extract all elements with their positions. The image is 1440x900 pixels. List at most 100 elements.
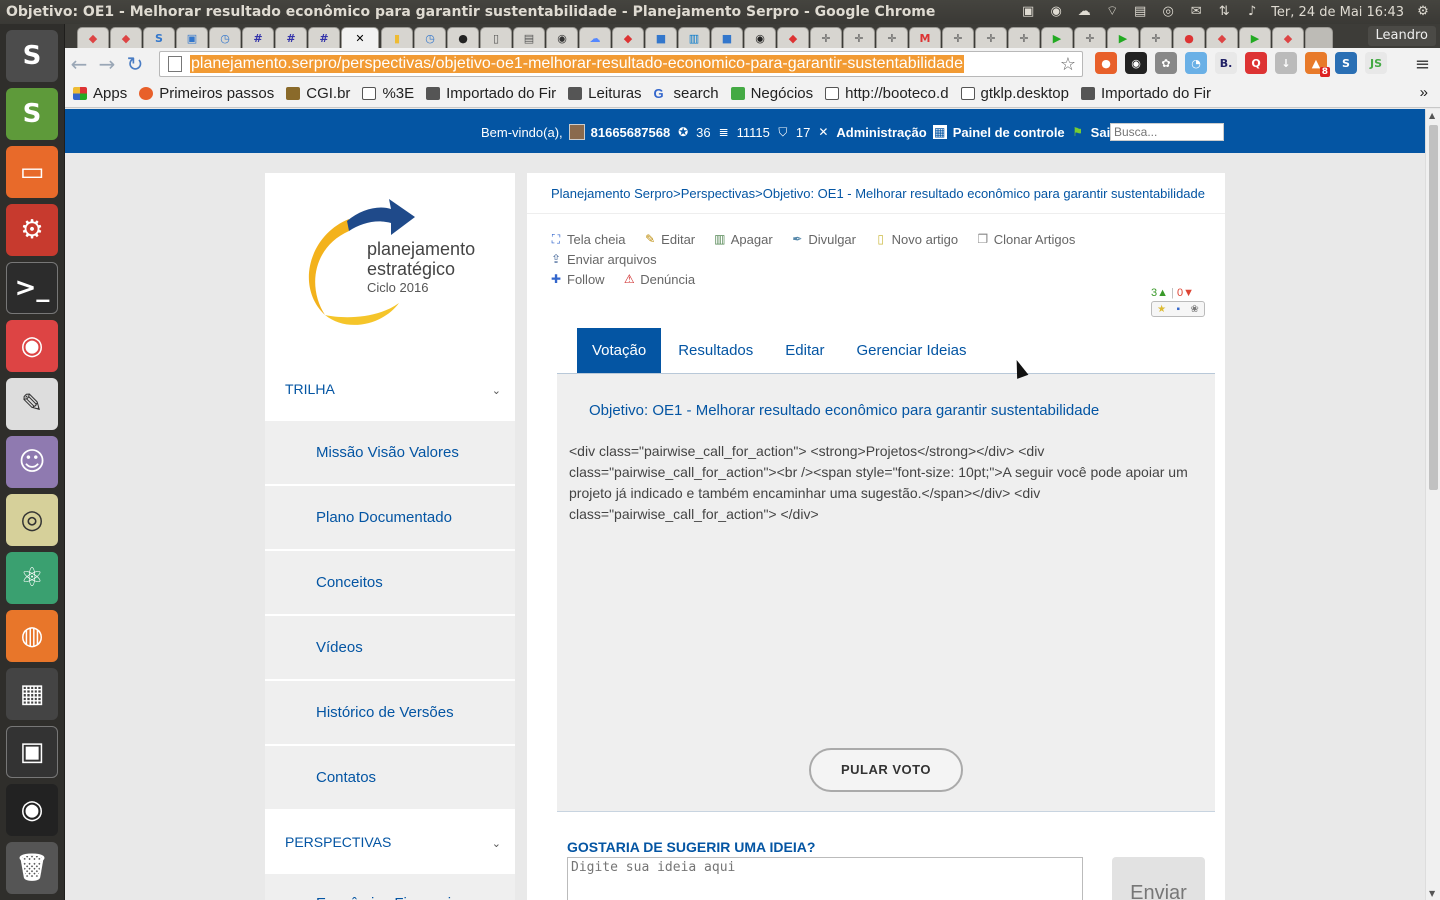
browser-tab[interactable]: ✛: [843, 27, 875, 48]
browser-tab[interactable]: ✛: [876, 27, 908, 48]
gitlab-extension-icon[interactable]: ▲ 8: [1305, 52, 1330, 77]
skip-vote-button[interactable]: PULAR VOTO: [809, 748, 963, 792]
pidgin-icon[interactable]: ☺: [6, 436, 58, 488]
browser-tab[interactable]: ■: [645, 27, 677, 48]
video-editor-icon[interactable]: ▦: [6, 668, 58, 720]
extension-icon[interactable]: ◉: [1125, 52, 1147, 74]
extension-icon[interactable]: B.: [1215, 52, 1237, 74]
profile-button[interactable]: Leandro: [1367, 26, 1436, 46]
browser-tab[interactable]: ✛: [942, 27, 974, 48]
browser-tab[interactable]: #: [275, 27, 307, 48]
chrome-menu-icon[interactable]: ≡: [1415, 54, 1430, 75]
menu-item-missao[interactable]: Missão Visão Valores: [265, 421, 515, 485]
avatar[interactable]: [568, 124, 585, 140]
chrome-icon[interactable]: ◉: [6, 320, 58, 372]
browser-tab[interactable]: ◆: [1206, 27, 1238, 48]
page-scrollbar[interactable]: ▲ ▼: [1425, 109, 1440, 900]
trash-icon[interactable]: 🗑: [6, 842, 58, 894]
tab-resultados[interactable]: Resultados: [663, 328, 768, 374]
bookmark-item[interactable]: gtklp.desktop: [960, 85, 1069, 102]
atom-icon[interactable]: ⚛: [6, 552, 58, 604]
bookmark-item[interactable]: Primeiros passos: [139, 85, 274, 102]
forward-arrow-icon[interactable]: →: [93, 50, 121, 78]
thumbs-up-icon[interactable]: ▲: [1157, 287, 1168, 299]
browser-tab[interactable]: S: [143, 27, 175, 48]
files-icon[interactable]: ▭: [6, 146, 58, 198]
extension-icon[interactable]: ◔: [1185, 52, 1207, 74]
browser-tab[interactable]: ▣: [176, 27, 208, 48]
breadcrumb-perspectivas[interactable]: Perspectivas: [681, 186, 755, 201]
browser-tab[interactable]: ☁: [579, 27, 611, 48]
browser-tab[interactable]: #: [308, 27, 340, 48]
browser-tab[interactable]: ◷: [414, 27, 446, 48]
user-link[interactable]: 81665687568: [591, 125, 671, 140]
volume-icon[interactable]: ♪: [1243, 4, 1261, 20]
browser-tab[interactable]: ✛: [975, 27, 1007, 48]
indicator-icon[interactable]: ◉: [1047, 4, 1065, 20]
notes-icon[interactable]: ▤: [1131, 4, 1149, 20]
send-idea-button[interactable]: Enviar: [1112, 857, 1205, 900]
menu-item-economico[interactable]: Econômico Financeira: [265, 874, 515, 900]
ubuntu-logo-icon[interactable]: S: [6, 30, 58, 82]
browser-tab[interactable]: ▯: [480, 27, 512, 48]
text-editor-icon[interactable]: ✎: [6, 378, 58, 430]
address-bar[interactable]: planejamento.serpro/perspectivas/objetiv…: [159, 51, 1083, 77]
menu-item-historico[interactable]: Histórico de Versões: [265, 681, 515, 745]
bookmark-item[interactable]: %3E: [362, 85, 414, 102]
browser-tab[interactable]: ◆: [777, 27, 809, 48]
thumbs-down-icon[interactable]: ▼: [1183, 287, 1194, 299]
trello-tab[interactable]: ▥: [678, 27, 710, 48]
tab-close-icon[interactable]: ✕: [355, 32, 364, 45]
clone-articles-button[interactable]: ❐ Clonar Artigos: [976, 229, 1075, 249]
browser-tab[interactable]: ◉: [546, 27, 578, 48]
browser-tab[interactable]: #: [242, 27, 274, 48]
delete-button[interactable]: ▥ Apagar: [713, 229, 773, 249]
share-widget[interactable]: ★ ▪ ❀: [1151, 301, 1205, 317]
idea-input[interactable]: [567, 857, 1083, 900]
site-search-input[interactable]: [1110, 123, 1224, 141]
settings-gear-icon[interactable]: ⚙: [1414, 4, 1432, 20]
workspace-switcher-icon[interactable]: ▣: [6, 726, 58, 778]
bookmark-item[interactable]: Negócios: [730, 85, 813, 102]
download-icon[interactable]: ↓: [1275, 52, 1297, 74]
browser-tab[interactable]: ◆: [110, 27, 142, 48]
reload-icon[interactable]: ↻: [121, 50, 149, 78]
upload-files-button[interactable]: ⇪ Enviar arquivos: [549, 249, 657, 269]
bookmark-item[interactable]: CGI.br: [286, 85, 350, 102]
chrome-tray-icon[interactable]: ◎: [1159, 4, 1177, 20]
url-text[interactable]: planejamento.serpro/perspectivas/objetiv…: [190, 55, 964, 73]
browser-tab[interactable]: ◆: [77, 27, 109, 48]
bookmark-item[interactable]: Gsearch: [654, 85, 719, 102]
bookmarks-overflow-button[interactable]: »: [1420, 84, 1428, 101]
bookmark-star-icon[interactable]: ☆: [1060, 54, 1076, 75]
bookmark-item[interactable]: http://booteco.d: [825, 85, 949, 102]
browser-tab[interactable]: ◆: [612, 27, 644, 48]
tab-editar[interactable]: Editar: [770, 328, 839, 374]
scrollbar-thumb[interactable]: [1429, 125, 1438, 490]
menu-item-conceitos[interactable]: Conceitos: [265, 551, 515, 615]
scroll-down-icon[interactable]: ▼: [1429, 889, 1435, 898]
browser-tab[interactable]: ✛: [1140, 27, 1172, 48]
back-arrow-icon[interactable]: ←: [65, 50, 93, 78]
browser-tab[interactable]: ▤: [513, 27, 545, 48]
new-tab-button[interactable]: [1305, 27, 1333, 48]
extension-icon[interactable]: Q: [1245, 52, 1267, 74]
control-panel-link[interactable]: Painel de controle: [953, 125, 1065, 140]
bookmark-folder[interactable]: Importado do Fir: [426, 85, 556, 102]
extension-icon[interactable]: S: [1335, 52, 1357, 74]
mail-icon[interactable]: ✉: [1187, 4, 1205, 20]
extension-icon[interactable]: ●: [1095, 52, 1117, 74]
browser-tab[interactable]: ◷: [209, 27, 241, 48]
browser-tab[interactable]: ■: [711, 27, 743, 48]
tab-gerenciar-ideias[interactable]: Gerenciar Ideias: [841, 328, 981, 374]
planejamento-estrategico-logo[interactable]: planejamento estratégico Ciclo 2016: [287, 191, 497, 331]
disc-icon[interactable]: ◉: [6, 784, 58, 836]
menu-section-perspectivas[interactable]: PERSPECTIVAS ⌄: [265, 812, 515, 872]
bookmark-folder[interactable]: Importado do Fir: [1080, 85, 1211, 102]
transfer-icon[interactable]: ⇅: [1215, 4, 1233, 20]
menu-section-trilha[interactable]: TRILHA ⌄: [265, 359, 515, 419]
system-settings-icon[interactable]: ⚙: [6, 204, 58, 256]
browser-tab-active[interactable]: ✕: [341, 27, 379, 48]
browser-tab[interactable]: ◆: [1272, 27, 1304, 48]
menu-item-plano[interactable]: Plano Documentado: [265, 486, 515, 550]
